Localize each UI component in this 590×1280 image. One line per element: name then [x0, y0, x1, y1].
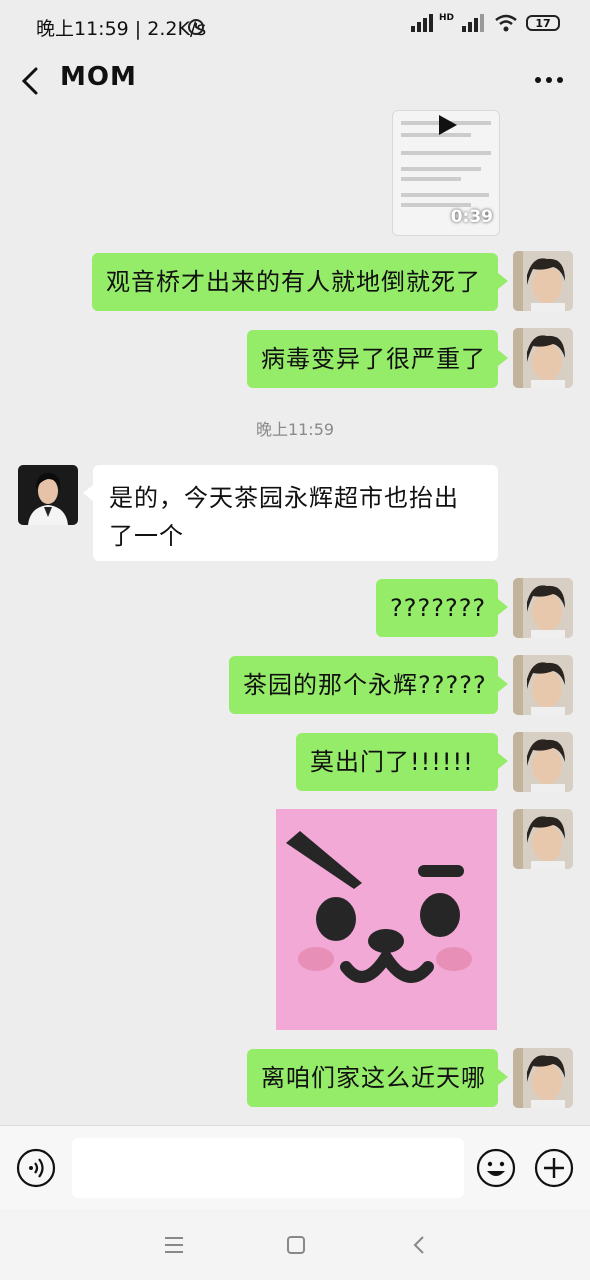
video-message[interactable]: 0:39	[392, 110, 500, 236]
input-bar	[0, 1125, 590, 1210]
chat-header: MOM	[0, 52, 590, 110]
my-avatar[interactable]	[513, 732, 573, 792]
message-bubble[interactable]: 是的，今天茶园永辉超市也抬出了一个	[83, 465, 498, 561]
my-avatar[interactable]	[513, 809, 573, 869]
message-input[interactable]	[72, 1138, 464, 1198]
my-avatar[interactable]	[513, 1048, 573, 1108]
message-bubble[interactable]: 离咱们家这么近天哪	[247, 1049, 508, 1107]
chat-title: MOM	[60, 62, 137, 92]
hd-badge: HD	[438, 13, 454, 23]
sticker-image[interactable]	[276, 809, 497, 1030]
message-text: 离咱们家这么近天哪	[261, 1064, 486, 1092]
signal-icon-2	[462, 14, 484, 32]
message-text: 茶园的那个永辉?????	[243, 671, 487, 699]
video-duration: 0:39	[450, 207, 493, 227]
menu-icon[interactable]	[162, 1233, 186, 1257]
status-bar: 晚上11:59 | 2.2K/s HD 17	[0, 0, 590, 52]
message-text: 是的，今天茶园永辉超市也抬出了一个	[109, 484, 459, 550]
my-avatar[interactable]	[513, 328, 573, 388]
signal-icon	[410, 14, 433, 32]
my-avatar[interactable]	[513, 655, 573, 715]
battery-level: 17	[535, 16, 551, 30]
message-bubble[interactable]: 观音桥才出来的有人就地倒就死了	[92, 253, 508, 311]
status-icons: HD 17	[410, 13, 560, 32]
message-text: ???????	[390, 594, 487, 622]
message-bubble[interactable]: ???????	[376, 579, 508, 637]
nav-back-icon[interactable]	[408, 1233, 432, 1257]
message-bubble[interactable]: 莫出门了!!!!!!	[296, 733, 508, 791]
message-bubble[interactable]: 病毒变异了很严重了	[247, 330, 508, 388]
message-text: 病毒变异了很严重了	[261, 345, 486, 373]
message-timestamp: 晚上11:59	[255, 420, 335, 439]
chat-area[interactable]: 0:39 观音桥才出来的有人就地倒就死了 病毒变异了很严重了 晚上11:59 是…	[0, 110, 590, 1125]
back-icon[interactable]	[16, 64, 46, 98]
message-text: 观音桥才出来的有人就地倒就死了	[106, 268, 481, 296]
home-icon[interactable]	[284, 1233, 308, 1257]
message-text: 莫出门了!!!!!!	[310, 748, 474, 776]
plus-icon[interactable]	[534, 1148, 574, 1188]
message-bubble[interactable]: 茶园的那个永辉?????	[229, 656, 508, 714]
play-icon[interactable]	[435, 113, 461, 137]
my-avatar[interactable]	[513, 251, 573, 311]
contact-avatar[interactable]	[18, 465, 78, 525]
emoji-icon[interactable]	[476, 1148, 516, 1188]
alarm-icon	[188, 19, 204, 35]
system-nav-bar	[0, 1209, 590, 1280]
voice-icon[interactable]	[16, 1148, 56, 1188]
my-avatar[interactable]	[513, 578, 573, 638]
battery-indicator: 17	[526, 15, 560, 31]
status-time: 晚上11:59 | 2.2K/s	[36, 18, 207, 40]
more-icon[interactable]	[532, 66, 566, 94]
wifi-icon	[495, 14, 517, 32]
